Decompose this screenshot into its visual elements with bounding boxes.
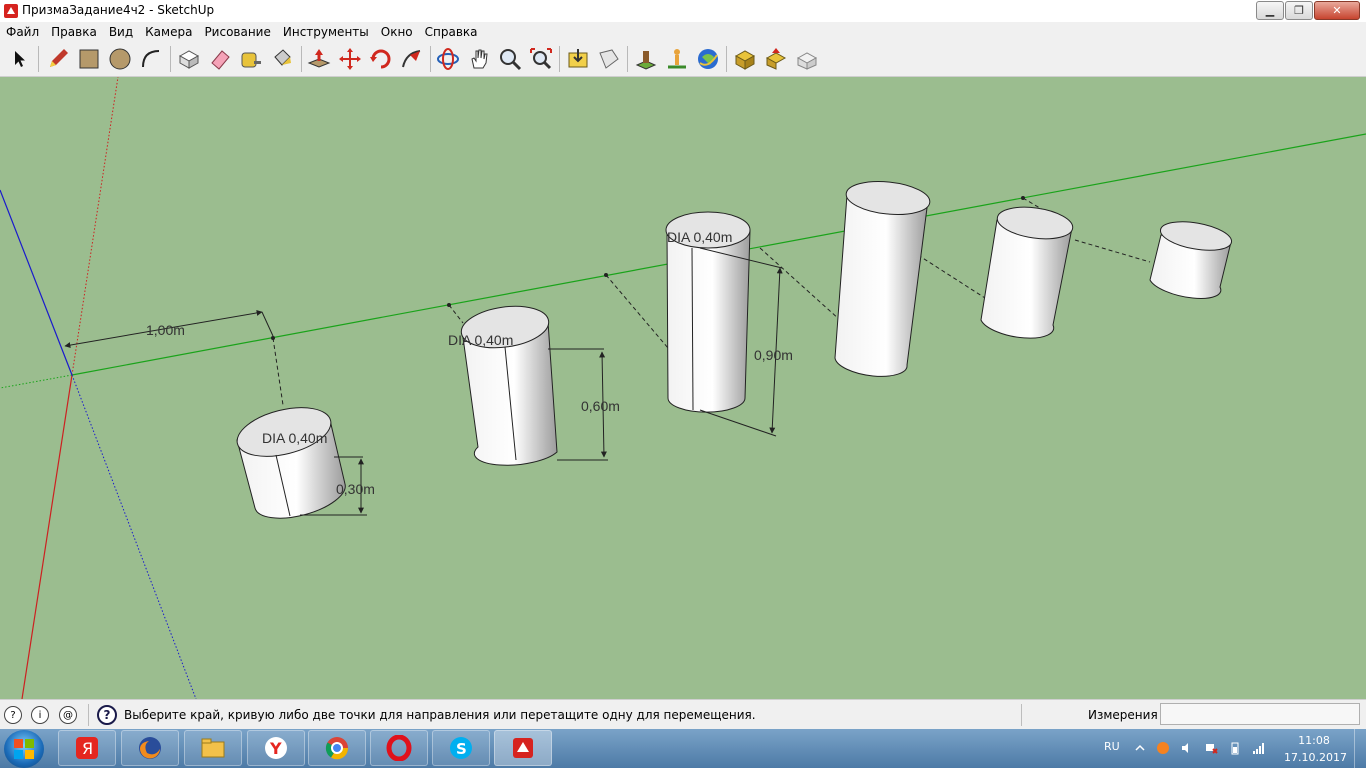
move-icon[interactable]	[336, 45, 364, 73]
firefox-icon[interactable]	[121, 730, 179, 766]
menu-draw[interactable]: Рисование	[198, 22, 276, 42]
share-component-icon[interactable]	[762, 45, 790, 73]
yandex-browser-icon[interactable]: Я	[58, 730, 116, 766]
toggle-terrain-icon[interactable]	[663, 45, 691, 73]
svg-text:S: S	[456, 740, 467, 758]
zoom-extents-icon[interactable]	[527, 45, 555, 73]
menu-camera[interactable]: Камера	[139, 22, 198, 42]
status-bar: ? i @ ? Выберите край, кривую либо две т…	[0, 699, 1366, 730]
spacing-dimension: 1,00m	[146, 322, 185, 338]
height-dimension-2: 0,60m	[581, 398, 620, 414]
menu-edit[interactable]: Правка	[45, 22, 103, 42]
eraser-icon[interactable]	[206, 45, 234, 73]
help-icon[interactable]: ?	[97, 705, 117, 725]
geo-location-icon[interactable]: ?	[4, 706, 22, 724]
file-explorer-icon[interactable]	[184, 730, 242, 766]
blue-axis	[0, 189, 73, 376]
follow-me-icon[interactable]	[398, 45, 426, 73]
menu-tools[interactable]: Инструменты	[277, 22, 375, 42]
get-models-warehouse-icon[interactable]	[731, 45, 759, 73]
cylinder-5[interactable]	[980, 203, 1075, 339]
push-pull-icon[interactable]	[305, 45, 333, 73]
window-title: ПризмаЗадание4ч2 - SketchUp	[22, 3, 215, 17]
google-earth-icon[interactable]	[694, 45, 722, 73]
green-axis-neg	[0, 374, 73, 389]
svg-text:Я: Я	[82, 739, 93, 758]
tray-expand-icon[interactable]	[1133, 741, 1147, 755]
sketchup-app-icon	[4, 4, 18, 18]
minimize-button[interactable]: ▁	[1256, 1, 1284, 20]
add-location-icon[interactable]	[632, 45, 660, 73]
diameter-dimension-2: DIA 0,40m	[448, 332, 513, 348]
chrome-icon[interactable]	[308, 730, 366, 766]
get-models-icon[interactable]	[564, 45, 592, 73]
language-indicator[interactable]: RU	[1104, 740, 1120, 753]
user-icon[interactable]: @	[59, 706, 77, 724]
opera-icon[interactable]	[370, 730, 428, 766]
modeling-viewport[interactable]: 1,00m DIA 0,40m 0,30m DIA 0,40m 0,60m DI…	[0, 77, 1366, 699]
diameter-dimension-1: DIA 0,40m	[262, 430, 327, 446]
diameter-dimension-3: DIA 0,40m	[667, 229, 732, 245]
volume-icon[interactable]	[1180, 741, 1194, 755]
height-dimension-3: 0,90m	[754, 347, 793, 363]
taskbar: Я Y S RU 11:08 17.10.2017	[0, 729, 1366, 768]
clock-date[interactable]: 17.10.2017	[1284, 751, 1347, 764]
sketchup-icon[interactable]	[494, 730, 552, 766]
avast-icon[interactable]	[1156, 741, 1170, 755]
maximize-button[interactable]: ❐	[1285, 1, 1313, 20]
cylinder-2[interactable]	[459, 301, 608, 466]
credits-icon[interactable]: i	[31, 706, 49, 724]
select-icon[interactable]	[6, 45, 34, 73]
skype-icon[interactable]: S	[432, 730, 490, 766]
title-bar: ПризмаЗадание4ч2 - SketchUp ▁ ❐ ✕	[0, 0, 1366, 22]
cylinder-1[interactable]	[232, 399, 367, 519]
cylinder-4[interactable]	[834, 178, 931, 377]
svg-text:Y: Y	[269, 739, 282, 758]
extension-icon[interactable]	[793, 45, 821, 73]
menu-bar: Файл Правка Вид Камера Рисование Инструм…	[0, 22, 1366, 42]
menu-window[interactable]: Окно	[375, 22, 419, 42]
menu-view[interactable]: Вид	[103, 22, 139, 42]
make-component-icon[interactable]	[175, 45, 203, 73]
menu-help[interactable]: Справка	[419, 22, 484, 42]
paint-bucket-icon[interactable]	[268, 45, 296, 73]
pencil-icon[interactable]	[44, 45, 72, 73]
measurements-input[interactable]	[1160, 703, 1360, 725]
red-axis-neg	[71, 77, 119, 376]
show-desktop-button[interactable]	[1354, 729, 1366, 768]
clock-time[interactable]: 11:08	[1296, 734, 1332, 747]
network-icon[interactable]	[1204, 741, 1218, 755]
share-model-icon[interactable]	[595, 45, 623, 73]
rectangle-icon[interactable]	[75, 45, 103, 73]
battery-icon[interactable]	[1228, 741, 1242, 755]
menu-file[interactable]: Файл	[0, 22, 45, 42]
height-dimension-1: 0,30m	[336, 481, 375, 497]
yandex-icon[interactable]: Y	[247, 730, 305, 766]
arc-icon[interactable]	[137, 45, 165, 73]
rotate-icon[interactable]	[367, 45, 395, 73]
zoom-icon[interactable]	[496, 45, 524, 73]
measurements-label: Измерения	[1088, 708, 1158, 722]
status-hint: Выберите край, кривую либо две точки для…	[124, 708, 756, 722]
circle-icon[interactable]	[106, 45, 134, 73]
pan-icon[interactable]	[465, 45, 493, 73]
red-axis	[21, 374, 73, 699]
start-button[interactable]	[4, 730, 44, 768]
toolbar	[0, 42, 1366, 77]
signal-icon[interactable]	[1252, 741, 1266, 755]
orbit-icon[interactable]	[434, 45, 462, 73]
blue-axis-neg	[71, 374, 197, 699]
cylinder-6[interactable]	[1149, 217, 1234, 299]
tape-measure-icon[interactable]	[237, 45, 265, 73]
close-button[interactable]: ✕	[1314, 1, 1360, 20]
scene-canvas: 1,00m DIA 0,40m 0,30m DIA 0,40m 0,60m DI…	[0, 77, 1366, 699]
